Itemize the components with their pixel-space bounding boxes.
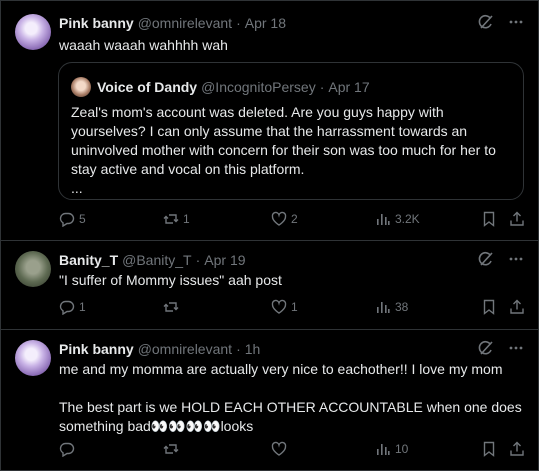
reply-button[interactable]: 1 xyxy=(59,299,86,315)
like-count: 1 xyxy=(291,300,298,314)
post-1[interactable]: Pink banny @omnirelevant · Apr 18 waaah … xyxy=(0,0,539,240)
reply-count: 5 xyxy=(79,212,86,226)
reply-count: 1 xyxy=(79,300,86,314)
reply-icon xyxy=(59,299,75,315)
post-3[interactable]: Pink banny @omnirelevant · 1h me and my … xyxy=(0,330,539,471)
share-icon xyxy=(509,211,525,227)
post-time[interactable]: 1h xyxy=(245,341,261,357)
author-handle[interactable]: @Banity_T xyxy=(122,252,191,268)
views-icon xyxy=(375,211,391,227)
reply-button[interactable] xyxy=(59,441,79,457)
views-icon xyxy=(375,299,391,315)
views-button[interactable]: 10 xyxy=(375,441,408,457)
post-text: "I suffer of Mommy issues" aah post xyxy=(59,272,282,288)
bookmark-button[interactable] xyxy=(481,299,497,315)
separator-dot: · xyxy=(195,252,201,268)
separator-dot: · xyxy=(236,15,241,31)
action-bar: 10 xyxy=(59,441,524,461)
post-top-actions xyxy=(478,14,524,30)
share-icon xyxy=(509,299,525,315)
repost-button[interactable]: 1 xyxy=(163,211,190,227)
like-icon xyxy=(271,211,287,227)
more-icon[interactable] xyxy=(508,14,524,30)
bookmark-button[interactable] xyxy=(481,441,497,457)
author-handle[interactable]: @omnirelevant xyxy=(138,15,232,31)
repost-button[interactable] xyxy=(163,299,183,315)
quoted-header: Voice of Dandy @IncognitoPersey · Apr 17 xyxy=(97,77,370,97)
repost-icon xyxy=(163,441,179,457)
author-name[interactable]: Banity_T xyxy=(59,252,118,268)
grok-icon[interactable] xyxy=(478,340,494,356)
post-time[interactable]: Apr 18 xyxy=(245,15,286,31)
like-count: 2 xyxy=(291,212,298,226)
author-name[interactable]: Pink banny xyxy=(59,341,134,357)
author-handle[interactable]: @omnirelevant xyxy=(138,341,232,357)
action-bar: 1 1 38 xyxy=(59,299,524,319)
reply-button[interactable]: 5 xyxy=(59,211,86,227)
quoted-post[interactable]: Voice of Dandy @IncognitoPersey · Apr 17… xyxy=(58,62,524,200)
separator-dot: · xyxy=(319,79,325,95)
bookmark-icon xyxy=(481,211,497,227)
grok-icon[interactable] xyxy=(478,14,494,30)
quoted-author-name: Voice of Dandy xyxy=(97,79,198,95)
like-icon xyxy=(271,441,287,457)
post-top-actions xyxy=(478,340,524,356)
like-icon xyxy=(271,299,287,315)
author-name[interactable]: Pink banny xyxy=(59,15,134,31)
views-button[interactable]: 3.2K xyxy=(375,211,420,227)
repost-icon xyxy=(163,211,179,227)
avatar[interactable] xyxy=(15,251,51,287)
views-icon xyxy=(375,441,391,457)
post-text: waaah waaah wahhhh wah xyxy=(59,37,228,53)
like-button[interactable] xyxy=(271,441,291,457)
post-header: Banity_T @Banity_T · Apr 19 xyxy=(59,251,246,269)
like-button[interactable]: 2 xyxy=(271,211,298,227)
repost-icon xyxy=(163,299,179,315)
quoted-avatar xyxy=(71,77,91,97)
post-top-actions xyxy=(478,251,524,267)
bookmark-icon xyxy=(481,299,497,315)
avatar[interactable] xyxy=(15,14,51,50)
reply-icon xyxy=(59,211,75,227)
post-header: Pink banny @omnirelevant · Apr 18 xyxy=(59,14,286,32)
share-icon xyxy=(509,441,525,457)
views-count: 10 xyxy=(395,442,409,456)
share-button[interactable] xyxy=(509,299,525,315)
post-text: me and my momma are actually very nice t… xyxy=(59,361,522,434)
share-button[interactable] xyxy=(509,441,525,457)
repost-count: 1 xyxy=(183,212,190,226)
post-header: Pink banny @omnirelevant · 1h xyxy=(59,340,260,358)
views-count: 3.2K xyxy=(395,212,420,226)
grok-icon[interactable] xyxy=(478,251,494,267)
quoted-time: Apr 17 xyxy=(328,79,370,95)
quoted-author-handle: @IncognitoPersey xyxy=(201,79,316,95)
views-count: 38 xyxy=(395,300,409,314)
share-button[interactable] xyxy=(509,211,525,227)
more-icon[interactable] xyxy=(508,340,524,356)
separator-dot: · xyxy=(236,341,241,357)
more-icon[interactable] xyxy=(508,251,524,267)
repost-button[interactable] xyxy=(163,441,183,457)
action-bar: 5 1 2 3.2K xyxy=(59,211,524,231)
like-button[interactable]: 1 xyxy=(271,299,298,315)
views-button[interactable]: 38 xyxy=(375,299,408,315)
post-2[interactable]: Banity_T @Banity_T · Apr 19 "I suffer of… xyxy=(0,241,539,329)
quoted-text: Zeal's mom's account was deleted. Are yo… xyxy=(71,104,496,196)
post-time[interactable]: Apr 19 xyxy=(204,252,245,268)
reply-icon xyxy=(59,441,75,457)
bookmark-button[interactable] xyxy=(481,211,497,227)
bookmark-icon xyxy=(481,441,497,457)
avatar[interactable] xyxy=(15,340,51,376)
